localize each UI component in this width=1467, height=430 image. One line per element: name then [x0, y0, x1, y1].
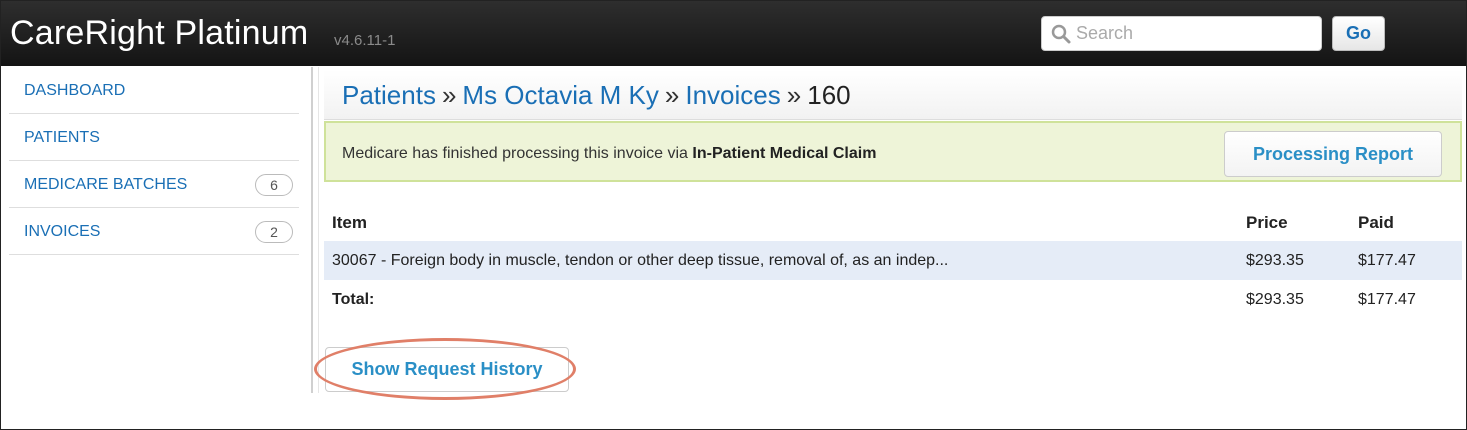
app-version: v4.6.11-1: [334, 32, 396, 49]
sidebar-item-label: DASHBOARD: [24, 82, 126, 99]
paid-cell: $177.47: [1358, 252, 1416, 269]
search-input[interactable]: [1076, 17, 1316, 50]
content-divider: [318, 67, 319, 393]
breadcrumb-patient-name[interactable]: Ms Octavia M Ky: [462, 80, 658, 110]
sidebar-item-invoices[interactable]: INVOICES 2: [9, 208, 299, 255]
total-price: $293.35: [1246, 291, 1304, 308]
breadcrumb: Patients» Ms Octavia M Ky» Invoices» 160: [342, 80, 851, 111]
page-header: Patients» Ms Octavia M Ky» Invoices» 160: [324, 70, 1462, 120]
top-bar: CareRight Platinum v4.6.11-1 Go: [1, 1, 1466, 66]
breadcrumb-separator: »: [786, 80, 802, 110]
price-cell: $293.35: [1246, 252, 1304, 269]
total-label: Total:: [332, 291, 375, 308]
processing-report-button[interactable]: Processing Report: [1224, 131, 1442, 177]
search-box[interactable]: [1041, 16, 1322, 51]
sidebar-item-label: MEDICARE BATCHES: [24, 176, 188, 193]
app-title: CareRight Platinum: [10, 14, 309, 52]
total-paid: $177.47: [1358, 291, 1416, 308]
item-cell: 30067 - Foreign body in muscle, tendon o…: [332, 252, 949, 269]
total-row: Total: $293.35 $177.47: [324, 280, 1462, 319]
sidebar: DASHBOARD PATIENTS MEDICARE BATCHES 6 IN…: [9, 67, 299, 255]
content-divider: [311, 67, 313, 393]
breadcrumb-patients[interactable]: Patients: [342, 80, 436, 110]
alert-method: In-Patient Medical Claim: [692, 145, 877, 162]
breadcrumb-separator: »: [664, 80, 680, 110]
sidebar-item-patients[interactable]: PATIENTS: [9, 114, 299, 161]
invoice-table: Item Price Paid 30067 - Foreign body in …: [324, 202, 1462, 319]
alert-message: Medicare has finished processing this in…: [342, 145, 876, 163]
breadcrumb-current: 160: [807, 80, 851, 110]
sidebar-item-label: INVOICES: [24, 223, 101, 240]
table-row[interactable]: 30067 - Foreign body in muscle, tendon o…: [324, 241, 1462, 280]
highlight-annotation: [314, 338, 576, 400]
count-badge: 2: [255, 221, 293, 243]
breadcrumb-separator: »: [441, 80, 457, 110]
search-icon: [1051, 24, 1071, 44]
column-header-item: Item: [332, 213, 367, 232]
sidebar-item-label: PATIENTS: [24, 129, 100, 146]
table-header-row: Item Price Paid: [324, 202, 1462, 241]
alert-text: Medicare has finished processing this in…: [342, 145, 693, 162]
status-alert: Medicare has finished processing this in…: [324, 121, 1462, 182]
column-header-price: Price: [1246, 213, 1288, 232]
count-badge: 6: [255, 174, 293, 196]
sidebar-item-dashboard[interactable]: DASHBOARD: [9, 67, 299, 114]
go-button[interactable]: Go: [1332, 16, 1385, 51]
breadcrumb-invoices[interactable]: Invoices: [685, 80, 780, 110]
column-header-paid: Paid: [1358, 213, 1394, 232]
sidebar-item-medicare-batches[interactable]: MEDICARE BATCHES 6: [9, 161, 299, 208]
